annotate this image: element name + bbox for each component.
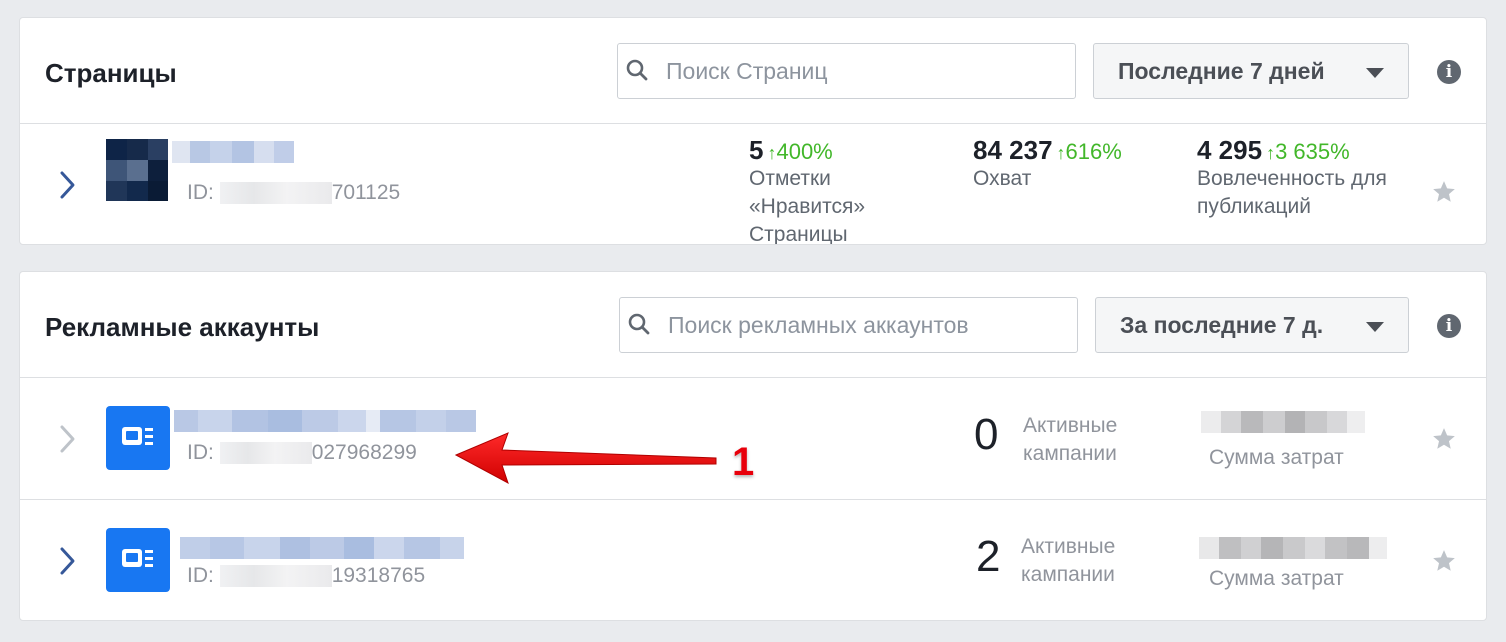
ad-account-id: ID: 027968299	[187, 441, 417, 465]
pages-search-input[interactable]	[666, 44, 1063, 98]
annotation-number: 1	[732, 440, 755, 484]
caret-down-icon	[1366, 68, 1384, 78]
info-icon[interactable]: i	[1437, 60, 1461, 84]
spend-value-redacted	[1201, 411, 1365, 433]
pages-range-label: Последние 7 дней	[1118, 57, 1325, 84]
engagement-value: 4 295 ↑3 635%	[1197, 135, 1350, 165]
pages-title: Страницы	[45, 58, 177, 88]
ad-account-row[interactable]: ID: 19318765 2 Активные кампании Сумма з…	[20, 500, 1486, 620]
pages-search[interactable]	[617, 43, 1076, 99]
ads-header: Рекламные аккаунты За последние 7 д. i	[20, 272, 1486, 378]
ads-range-dropdown[interactable]: За последние 7 д.	[1095, 297, 1409, 353]
star-icon[interactable]	[1431, 548, 1457, 574]
spend-value-redacted	[1199, 537, 1387, 559]
reach-label: Охват	[973, 167, 1032, 190]
ad-account-id: ID: 19318765	[187, 564, 426, 588]
ads-search[interactable]	[619, 297, 1078, 353]
likes-label: Отметки «Нравится» Страницы	[749, 167, 866, 245]
chevron-right-icon[interactable]	[58, 424, 76, 454]
page-avatar	[106, 139, 168, 201]
ads-range-label: За последние 7 д.	[1120, 311, 1324, 338]
search-icon	[628, 313, 650, 335]
active-campaigns-count: 2	[976, 532, 1001, 581]
active-campaigns-label: Активные кампании	[1021, 535, 1116, 586]
reach-value: 84 237 ↑616%	[973, 135, 1122, 165]
search-icon	[626, 59, 648, 81]
ad-account-name-redacted	[180, 537, 464, 559]
pages-range-dropdown[interactable]: Последние 7 дней	[1093, 43, 1409, 99]
active-campaigns-label: Активные кампании	[1023, 414, 1118, 465]
caret-down-icon	[1366, 322, 1384, 332]
engagement-label: Вовлеченность для публикаций	[1197, 167, 1387, 218]
ad-account-name-redacted	[174, 410, 476, 432]
active-campaigns-count: 0	[974, 410, 999, 459]
page-name-redacted	[172, 141, 294, 163]
ad-account-icon	[106, 528, 170, 592]
page-row[interactable]: ID: 701125 5 ↑400% Отметки «Нравится» Стр…	[20, 125, 1486, 245]
pages-header: Страницы Последние 7 дней i	[20, 18, 1486, 124]
likes-value: 5 ↑400%	[749, 135, 833, 165]
info-icon[interactable]: i	[1437, 314, 1461, 338]
ads-title: Рекламные аккаунты	[45, 312, 320, 342]
chevron-right-icon[interactable]	[58, 170, 76, 200]
spend-label: Сумма затрат	[1209, 567, 1344, 590]
chevron-right-icon[interactable]	[58, 546, 76, 576]
star-icon[interactable]	[1431, 426, 1457, 452]
pages-card: Страницы Последние 7 дней i	[19, 17, 1487, 245]
ad-account-icon	[106, 406, 170, 470]
spend-label: Сумма затрат	[1209, 446, 1344, 469]
ads-search-input[interactable]	[668, 298, 1065, 352]
page-id: ID: 701125	[187, 181, 401, 205]
star-icon[interactable]	[1431, 179, 1457, 205]
